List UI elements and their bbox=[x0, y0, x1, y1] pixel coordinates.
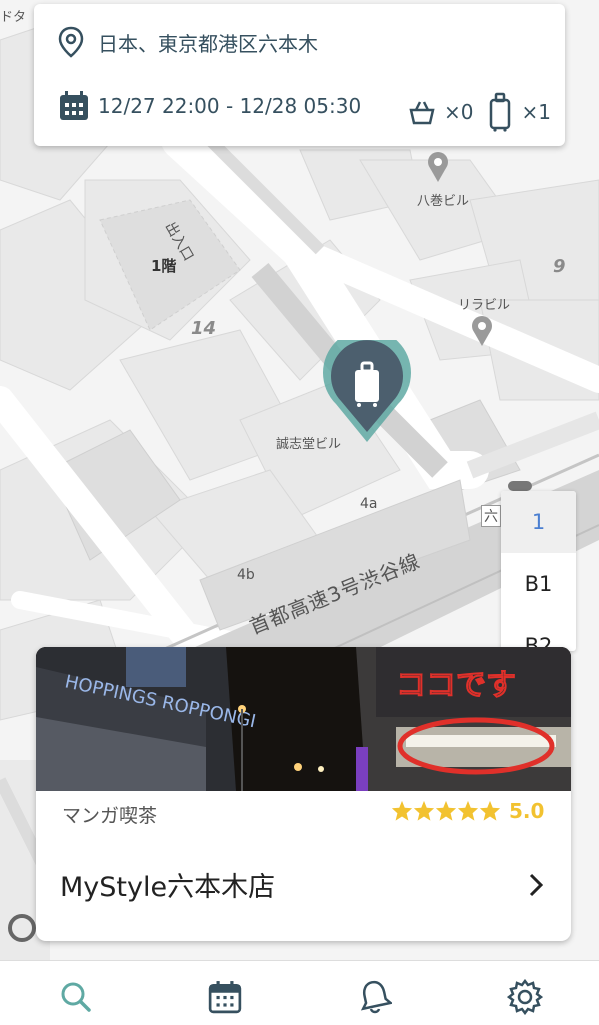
search-summary-card[interactable]: 日本、東京都港区六本木 12/27 22:00 - 12/28 05:30 ×0… bbox=[34, 4, 565, 146]
floor-option-b1[interactable]: B1 bbox=[501, 553, 576, 615]
map-label-riraburu-building: リラビル bbox=[458, 298, 511, 313]
floor-selector-handle[interactable] bbox=[508, 481, 532, 491]
tab-notifications[interactable] bbox=[357, 979, 393, 1015]
suitcase-count: ×1 bbox=[521, 100, 551, 124]
shop-photo: HOPPINGS ROPPONGI ココです bbox=[36, 647, 571, 791]
floor-selector[interactable]: 1 B1 B2 bbox=[501, 491, 576, 651]
map-label-floor-1: 1階 bbox=[151, 257, 177, 275]
map-label-roppongi-sign: 六 bbox=[481, 505, 501, 527]
floor-option-1[interactable]: 1 bbox=[501, 491, 576, 553]
calendar-icon bbox=[58, 90, 90, 122]
bell-icon bbox=[360, 980, 392, 1014]
photo-handwriting: ココです bbox=[396, 668, 516, 703]
map-label-corner: ドタ bbox=[0, 10, 27, 25]
shop-category: マンガ喫茶 bbox=[62, 805, 158, 827]
tab-search[interactable] bbox=[58, 979, 94, 1015]
bottom-tab-bar bbox=[0, 960, 599, 1025]
map-label-exit-4a: 4a bbox=[360, 496, 378, 512]
star-icon bbox=[413, 800, 435, 821]
search-datetime-text: 12/27 22:00 - 12/28 05:30 bbox=[98, 94, 362, 118]
search-location-text: 日本、東京都港区六本木 bbox=[98, 31, 318, 56]
shop-rating: 5.0 bbox=[391, 799, 544, 823]
map-label-block-14: 14 bbox=[191, 318, 217, 339]
search-icon bbox=[61, 982, 91, 1012]
star-icon bbox=[391, 800, 413, 821]
calendar-icon bbox=[208, 981, 242, 1014]
rating-stars bbox=[391, 800, 501, 822]
luggage-location-marker[interactable] bbox=[322, 340, 412, 444]
gear-icon bbox=[507, 979, 543, 1015]
location-pin-icon bbox=[58, 26, 84, 58]
map-label-block-9: 9 bbox=[553, 256, 566, 277]
tab-settings[interactable] bbox=[507, 979, 543, 1015]
star-icon bbox=[457, 800, 479, 821]
map-label-exit-4b: 4b bbox=[237, 567, 255, 583]
star-icon bbox=[435, 800, 457, 821]
map-label-hachimaki-building: 八巻ビル bbox=[417, 194, 470, 209]
floor-option-b2[interactable]: B2 bbox=[501, 615, 576, 651]
bag-count: ×0 bbox=[444, 100, 474, 124]
chevron-right-icon[interactable] bbox=[526, 871, 546, 903]
rating-value: 5.0 bbox=[509, 799, 545, 823]
star-icon bbox=[479, 800, 501, 821]
bag-icon bbox=[408, 98, 436, 126]
suitcase-icon bbox=[489, 92, 511, 132]
tab-calendar[interactable] bbox=[207, 979, 243, 1015]
shop-name: MyStyle六本木店 bbox=[60, 872, 276, 903]
shop-card[interactable]: HOPPINGS ROPPONGI ココです マンガ喫茶 5.0 MyStyle… bbox=[36, 647, 571, 941]
